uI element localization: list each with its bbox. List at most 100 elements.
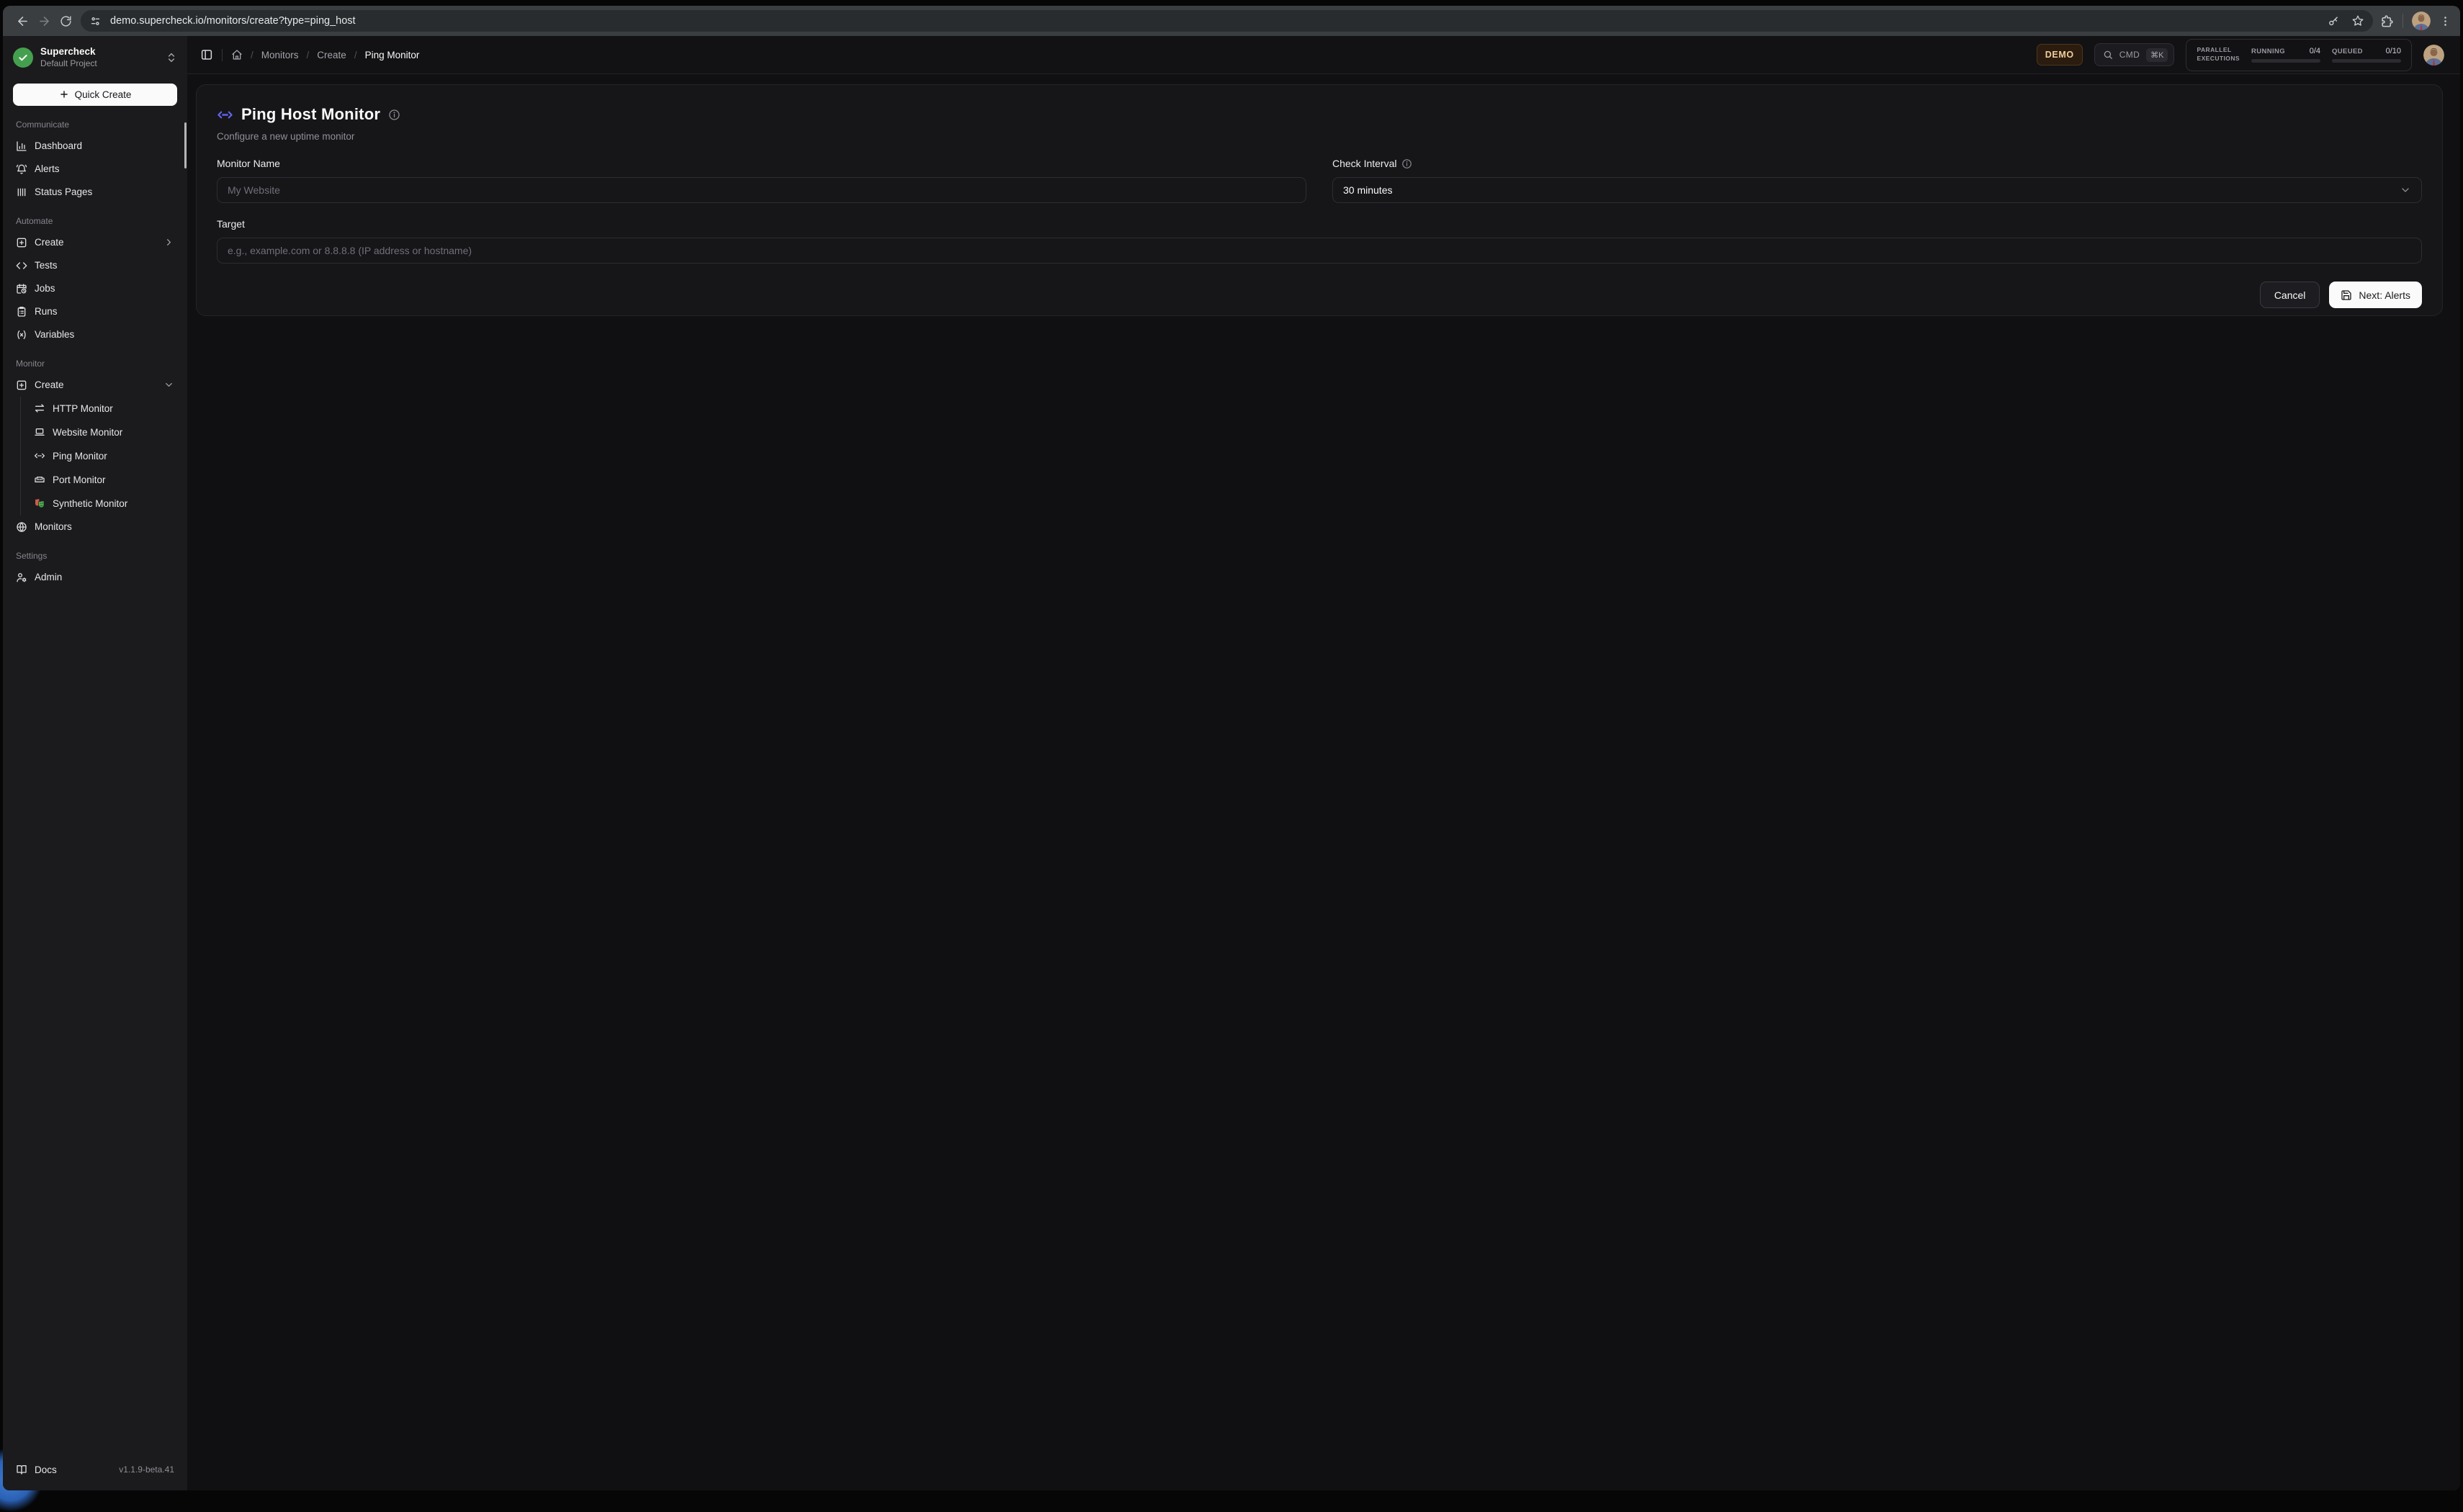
- home-icon[interactable]: [231, 49, 243, 60]
- arrows-swap-icon: [34, 402, 45, 414]
- section-label-settings: Settings: [10, 539, 180, 566]
- browser-toolbar: demo.supercheck.io/monitors/create?type=…: [3, 6, 2460, 36]
- next-alerts-button[interactable]: Next: Alerts: [2329, 282, 2422, 308]
- target-input[interactable]: [217, 238, 2422, 264]
- target-field: Target: [217, 218, 2422, 264]
- section-label-automate: Automate: [10, 204, 180, 231]
- browser-menu-icon[interactable]: [2439, 15, 2451, 27]
- user-avatar[interactable]: [2423, 45, 2444, 66]
- status-bars-icon: [16, 186, 27, 198]
- info-icon[interactable]: [1401, 158, 1412, 169]
- search-icon: [2103, 50, 2113, 60]
- create-monitor-card: Ping Host Monitor Configure a new uptime…: [196, 84, 2443, 316]
- project-name: Supercheck: [40, 46, 97, 58]
- page-title: Ping Host Monitor: [241, 105, 380, 124]
- monitor-name-label: Monitor Name: [217, 158, 1306, 169]
- sidebar-item-jobs[interactable]: Jobs: [10, 277, 180, 300]
- sidebar-item-alerts[interactable]: Alerts: [10, 158, 180, 181]
- save-icon: [2341, 289, 2352, 301]
- url-text[interactable]: demo.supercheck.io/monitors/create?type=…: [110, 15, 2328, 27]
- breadcrumb-monitors[interactable]: Monitors: [261, 50, 299, 60]
- browser-back-button[interactable]: [12, 10, 33, 32]
- chevron-right-icon: [163, 237, 174, 248]
- square-plus-icon: [16, 379, 27, 391]
- sidebar-item-status-pages[interactable]: Status Pages: [10, 181, 180, 204]
- code-icon: [16, 260, 27, 271]
- cancel-button[interactable]: Cancel: [2260, 282, 2320, 308]
- running-stat: RUNNING 0/4: [2251, 47, 2320, 63]
- globe-icon: [16, 521, 27, 533]
- clipboard-list-icon: [16, 306, 27, 318]
- chart-column-icon: [16, 140, 27, 152]
- browser-forward-button[interactable]: [33, 10, 55, 32]
- section-label-communicate: Communicate: [10, 107, 180, 135]
- passwords-key-icon[interactable]: [2328, 15, 2340, 27]
- queued-progress-bar: [2332, 59, 2401, 63]
- theater-masks-icon: [34, 498, 45, 509]
- bookmark-star-icon[interactable]: [2351, 14, 2364, 27]
- running-progress-bar: [2251, 59, 2320, 63]
- target-label: Target: [217, 218, 2422, 230]
- command-search-button[interactable]: CMD ⌘K: [2094, 43, 2175, 66]
- info-icon[interactable]: [388, 109, 400, 121]
- ping-icon: [34, 450, 45, 462]
- browser-address-bar[interactable]: demo.supercheck.io/monitors/create?type=…: [81, 10, 2373, 32]
- sidebar-item-variables[interactable]: Variables: [10, 323, 180, 346]
- sidebar-item-dashboard[interactable]: Dashboard: [10, 135, 180, 158]
- sidebar-toggle-icon[interactable]: [200, 48, 213, 61]
- sidebar-item-runs[interactable]: Runs: [10, 300, 180, 323]
- variable-icon: [16, 329, 27, 341]
- sidebar-item-website-monitor[interactable]: Website Monitor: [28, 420, 180, 444]
- app-version: v1.1.9-beta.41: [119, 1464, 174, 1475]
- browser-profile-avatar[interactable]: [2412, 12, 2431, 30]
- calendar-clock-icon: [16, 283, 27, 294]
- sidebar-item-monitor-create[interactable]: Create: [10, 374, 180, 397]
- site-settings-icon[interactable]: [89, 15, 102, 27]
- bell-icon: [16, 163, 27, 175]
- monitor-name-input[interactable]: [217, 177, 1306, 203]
- browser-refresh-button[interactable]: [55, 10, 76, 32]
- monitor-name-field: Monitor Name: [217, 158, 1306, 203]
- check-interval-select[interactable]: 30 minutes: [1332, 177, 2422, 203]
- check-interval-label: Check Interval: [1332, 158, 2422, 169]
- laptop-icon: [34, 426, 45, 438]
- plus-icon: [59, 89, 69, 99]
- extensions-puzzle-icon[interactable]: [2380, 14, 2394, 28]
- sidebar-item-tests[interactable]: Tests: [10, 254, 180, 277]
- sidebar-item-http-monitor[interactable]: HTTP Monitor: [28, 397, 180, 420]
- sidebar-item-monitors[interactable]: Monitors: [10, 516, 180, 539]
- queued-stat: QUEUED 0/10: [2332, 47, 2401, 63]
- cmd-k-kbd: ⌘K: [2146, 48, 2168, 62]
- sidebar-item-admin[interactable]: Admin: [10, 566, 180, 589]
- project-check-icon: [13, 48, 33, 68]
- book-open-icon: [16, 1464, 27, 1475]
- quick-create-button[interactable]: Quick Create: [13, 84, 177, 106]
- check-interval-field: Check Interval 30 minutes: [1332, 158, 2422, 203]
- ping-monitor-icon: [217, 107, 233, 123]
- sidebar-item-docs[interactable]: Docs v1.1.9-beta.41: [10, 1457, 180, 1482]
- square-plus-icon: [16, 237, 27, 248]
- chevrons-up-down-icon: [166, 52, 177, 63]
- monitor-create-submenu: HTTP Monitor Website Monitor Ping Monito…: [20, 397, 180, 516]
- user-cog-icon: [16, 572, 27, 583]
- sidebar-item-synthetic-monitor[interactable]: Synthetic Monitor: [28, 492, 180, 516]
- breadcrumb-create[interactable]: Create: [317, 50, 346, 60]
- project-subtitle: Default Project: [40, 58, 97, 69]
- sidebar-item-port-monitor[interactable]: Port Monitor: [28, 468, 180, 492]
- page-subtitle: Configure a new uptime monitor: [217, 131, 2422, 142]
- project-switcher[interactable]: Supercheck Default Project: [3, 36, 187, 69]
- browser-window: demo.supercheck.io/monitors/create?type=…: [3, 6, 2460, 1490]
- sidebar-item-ping-monitor[interactable]: Ping Monitor: [28, 444, 180, 468]
- header-divider: [222, 49, 223, 61]
- breadcrumb-ping-monitor: Ping Monitor: [365, 50, 420, 60]
- sidebar: Supercheck Default Project Quick Create …: [3, 36, 187, 1490]
- breadcrumb: / Monitors / Create / Ping Monitor: [231, 49, 419, 60]
- section-label-monitor: Monitor: [10, 346, 180, 374]
- main-area: / Monitors / Create / Ping Monitor DEMO …: [187, 36, 2460, 1490]
- sidebar-scrollbar[interactable]: [184, 122, 187, 168]
- ethernet-port-icon: [34, 474, 45, 485]
- chevron-down-icon: [163, 379, 174, 390]
- sidebar-nav: Communicate Dashboard Alerts: [3, 106, 187, 1457]
- app-header: / Monitors / Create / Ping Monitor DEMO …: [187, 36, 2460, 74]
- sidebar-item-automate-create[interactable]: Create: [10, 231, 180, 254]
